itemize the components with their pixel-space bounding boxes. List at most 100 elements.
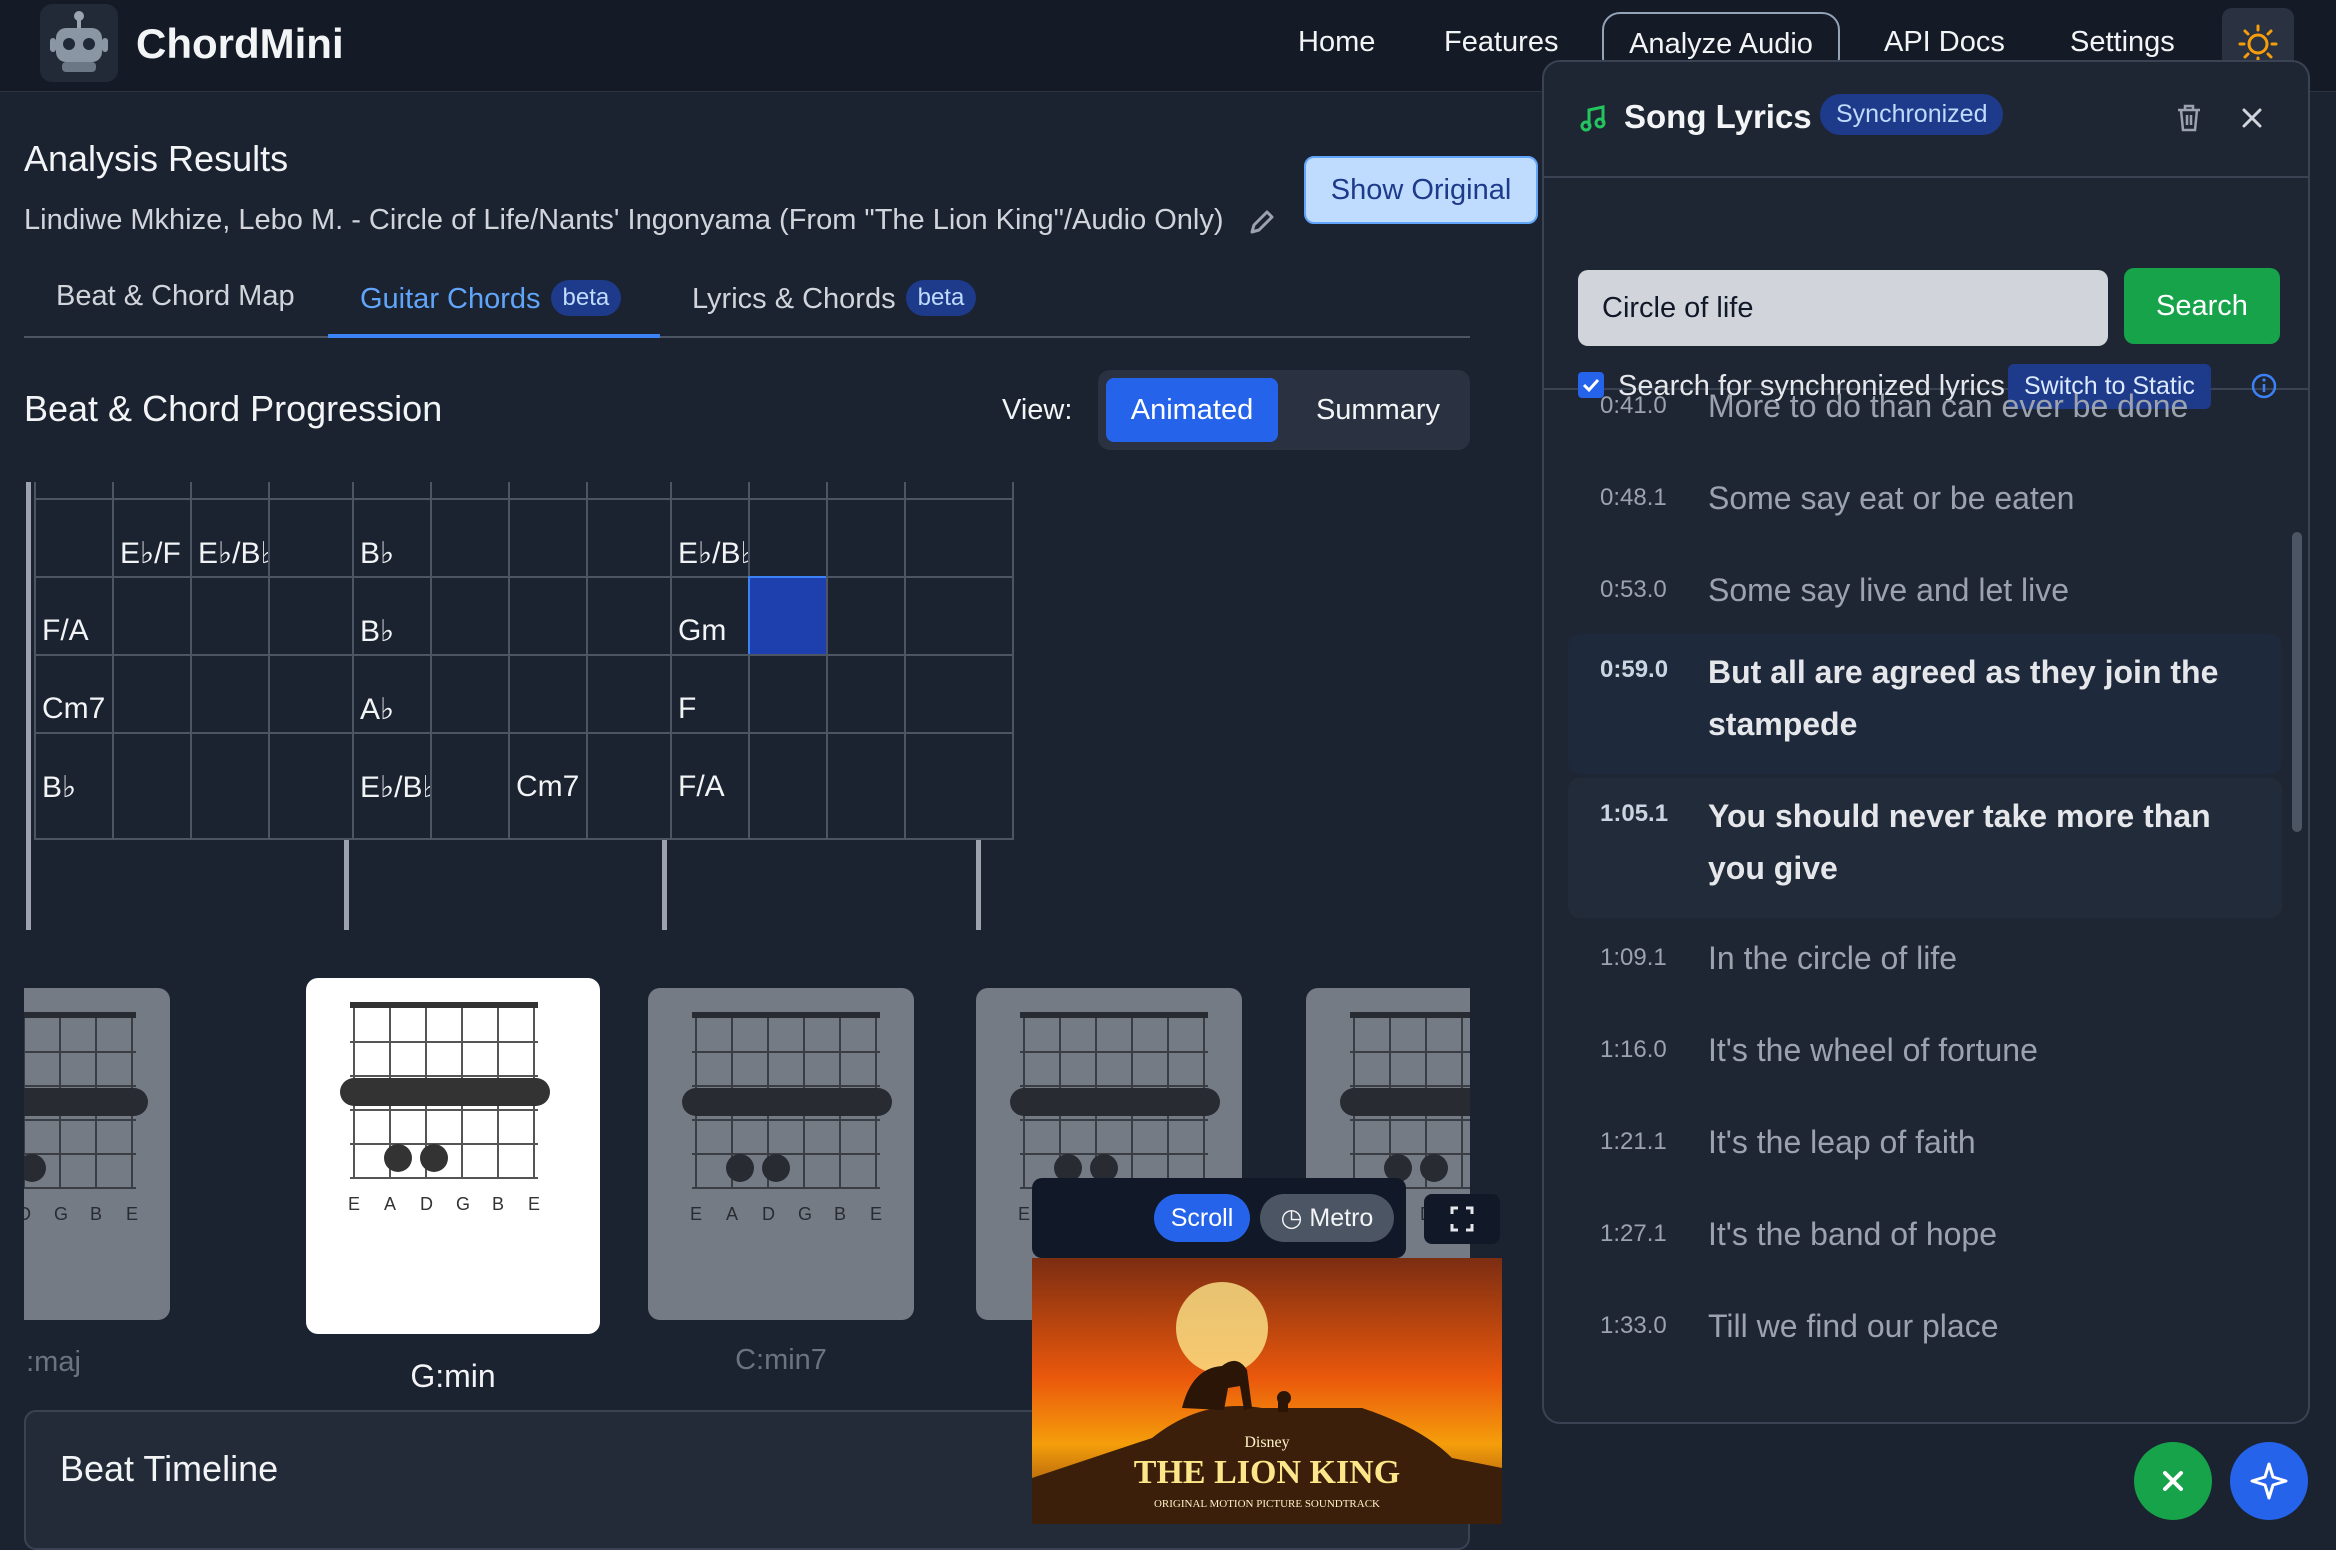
chord-label: F/A: [678, 770, 725, 803]
nav-settings[interactable]: Settings: [2070, 26, 2175, 59]
chord-diagram-card[interactable]: EADGBE: [24, 988, 170, 1320]
lyric-timestamp: 1:09.1: [1600, 944, 1667, 971]
fullscreen-button[interactable]: [1424, 1194, 1500, 1244]
lyric-line[interactable]: 0:48.1 Some say eat or be eaten: [1568, 466, 2282, 530]
string-label: A: [384, 1194, 397, 1214]
active-tab-indicator: [328, 334, 660, 338]
chord-label: Cm7: [42, 692, 106, 725]
lyric-line[interactable]: 0:53.0 Some say live and let live: [1568, 558, 2282, 622]
chord-label: Cm7: [516, 770, 580, 803]
lyrics-scrollbar[interactable]: [2292, 532, 2302, 832]
view-animated-button[interactable]: Animated: [1106, 378, 1278, 442]
poster-title: THE LION KING: [1133, 1454, 1401, 1491]
lyric-timestamp: 1:05.1: [1600, 800, 1669, 827]
poster-subtitle: ORIGINAL MOTION PICTURE SOUNDTRACK: [1153, 1498, 1380, 1510]
string-label: D: [420, 1194, 433, 1214]
poster-brand: Disney: [1244, 1434, 1290, 1451]
nav-home[interactable]: Home: [1298, 26, 1375, 59]
brand-name[interactable]: ChordMini: [136, 20, 344, 68]
chord-label: E♭/B♭: [198, 537, 275, 570]
lyric-line[interactable]: 1:05.1 You should never take more than yo…: [1568, 778, 2282, 918]
lyric-text: You should never take more than you give: [1708, 798, 2211, 886]
song-title: Lindiwe Mkhize, Lebo M. - Circle of Life…: [24, 204, 1224, 236]
clock-icon: ◷: [1280, 1204, 1310, 1232]
measure-bar: [26, 482, 31, 930]
lyrics-search: Search Search for synchronized lyrics Sw…: [1544, 178, 2308, 409]
string-label: E: [870, 1204, 883, 1224]
metro-label: Metro: [1309, 1204, 1374, 1232]
string-label: G: [54, 1204, 69, 1224]
chord-diagram-card[interactable]: EADGBE: [648, 988, 914, 1320]
synchronized-badge: Synchronized: [1820, 94, 2004, 135]
video-player[interactable]: Disney THE LION KING ORIGINAL MOTION PIC…: [1032, 1258, 1502, 1524]
string-label: D: [24, 1204, 31, 1224]
close-icon: [2163, 1471, 2183, 1491]
lyric-text: More to do than can ever be done: [1708, 388, 2189, 424]
string-label: B: [492, 1194, 505, 1214]
view-summary-button[interactable]: Summary: [1294, 378, 1462, 442]
beta-badge: beta: [550, 280, 622, 316]
string-label: E: [348, 1194, 361, 1214]
lyric-text: It's the band of hope: [1708, 1216, 1997, 1252]
lyrics-title: Song Lyrics: [1624, 98, 1812, 135]
lyric-line[interactable]: 1:33.0 Till we find our place: [1568, 1294, 2282, 1358]
chord-label: B♭: [360, 537, 395, 570]
lyric-text: Till we find our place: [1708, 1308, 1999, 1344]
video-controls: Scroll ◷ Metro: [1032, 1178, 1406, 1258]
chord-label: E♭/F: [120, 537, 181, 570]
string-label: G: [798, 1204, 813, 1224]
metro-button[interactable]: ◷ Metro: [1260, 1194, 1394, 1242]
robot-logo-icon[interactable]: [40, 4, 118, 82]
lyric-line[interactable]: 1:09.1 In the circle of life: [1568, 926, 2282, 990]
string-label: A: [726, 1204, 739, 1224]
tab-label: Beat & Chord Map: [56, 280, 295, 312]
search-button[interactable]: Search: [2124, 268, 2280, 344]
trash-icon[interactable]: [2174, 102, 2204, 134]
lyric-line[interactable]: 1:27.1 It's the band of hope: [1568, 1202, 2282, 1266]
string-label: E: [1018, 1204, 1031, 1224]
string-label: E: [126, 1204, 139, 1224]
lyric-timestamp: 1:21.1: [1600, 1128, 1667, 1155]
chord-label: E♭/B♭: [360, 771, 437, 804]
tab-label: Lyrics & Chords: [692, 283, 896, 315]
timeline-title: Beat Timeline: [60, 1448, 279, 1489]
close-fab-button[interactable]: [2134, 1442, 2212, 1520]
chord-label: B♭: [42, 771, 77, 804]
chord-label: B♭: [360, 615, 395, 648]
chord-label: A♭: [360, 693, 395, 726]
lyric-line[interactable]: 0:41.0 More to do than can ever be done: [1568, 374, 2282, 438]
chord-label: Gm: [678, 614, 727, 647]
music-note-icon: [1580, 105, 1606, 132]
lyric-timestamp: 1:27.1: [1600, 1220, 1667, 1247]
chord-diagram-card[interactable]: EADGBE: [306, 978, 600, 1334]
lyric-timestamp: 0:53.0: [1600, 576, 1667, 603]
lyric-text: It's the leap of faith: [1708, 1124, 1976, 1160]
lyrics-search-input[interactable]: [1578, 270, 2108, 346]
pencil-icon[interactable]: [1246, 206, 1278, 238]
string-label: E: [528, 1194, 541, 1214]
lyric-line-current[interactable]: 0:59.0 But all are agreed as they join th…: [1568, 634, 2282, 774]
tab-bar: Beat & Chord Map Guitar Chords beta Lyric…: [24, 262, 1470, 338]
page-title: Analysis Results: [24, 138, 289, 179]
section-title: Beat & Chord Progression: [24, 388, 443, 429]
tab-beat-chord-map[interactable]: Beat & Chord Map: [56, 280, 295, 313]
lyric-line[interactable]: 1:16.0 It's the wheel of fortune: [1568, 1018, 2282, 1082]
nav-api-docs[interactable]: API Docs: [1884, 26, 2005, 59]
chord-grid: E♭/F E♭/B♭ B♭ E♭/B♭ F/A B♭ Gm Cm7 A♭ F B♭ E♭/B♭ Cm7 F…: [24, 482, 1470, 930]
ai-assistant-button[interactable]: [2230, 1442, 2308, 1520]
tab-lyrics-chords[interactable]: Lyrics & Chords beta: [692, 280, 977, 316]
show-original-button[interactable]: Show Original: [1304, 156, 1538, 224]
close-icon[interactable]: [2238, 104, 2266, 132]
tab-guitar-chords[interactable]: Guitar Chords beta: [360, 280, 622, 316]
beta-badge: beta: [905, 280, 977, 316]
string-label: B: [90, 1204, 103, 1224]
chord-name-label: G:min: [410, 1358, 496, 1394]
chord-label: F/A: [42, 614, 89, 647]
chord-name-label: C:min7: [735, 1344, 827, 1376]
beat-cell[interactable]: [904, 732, 1014, 840]
lyric-line[interactable]: 1:21.1 It's the leap of faith: [1568, 1110, 2282, 1174]
expand-icon: [1450, 1206, 1474, 1232]
lyric-text: Some say live and let live: [1708, 572, 2070, 608]
nav-features[interactable]: Features: [1444, 26, 1558, 59]
scroll-button[interactable]: Scroll: [1154, 1194, 1250, 1242]
